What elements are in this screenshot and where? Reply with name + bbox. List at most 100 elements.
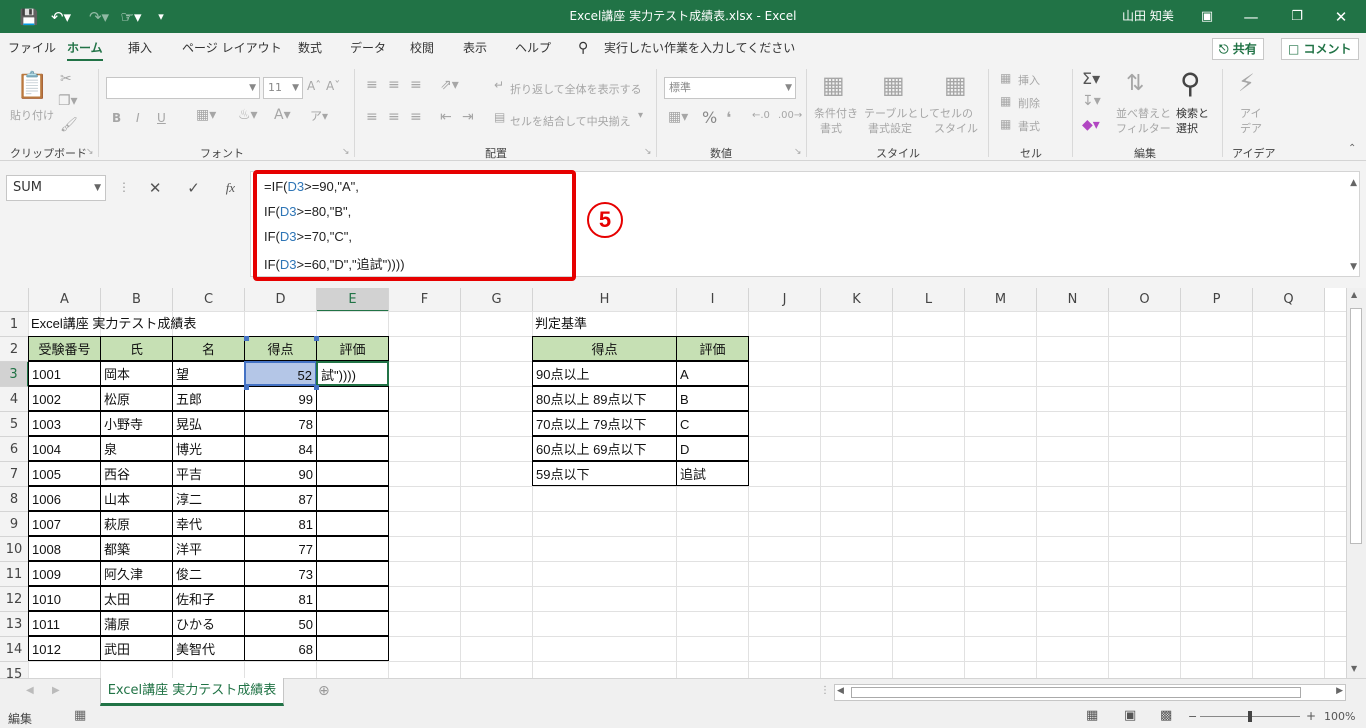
- tab-page-layout[interactable]: ページ レイアウト: [182, 33, 282, 63]
- borders-icon[interactable]: ▦▾: [196, 107, 216, 123]
- cell[interactable]: [316, 386, 389, 411]
- cell[interactable]: 俊二: [172, 561, 245, 586]
- insert-function-icon[interactable]: fx: [226, 180, 235, 196]
- cell[interactable]: [316, 486, 389, 511]
- next-sheet-icon[interactable]: ▶: [52, 685, 60, 696]
- align-right-icon[interactable]: ≡: [410, 109, 422, 125]
- decrease-decimal-icon[interactable]: .00→: [778, 110, 802, 121]
- cell-styles-label[interactable]: セルの: [940, 105, 973, 121]
- column-header[interactable]: B: [101, 288, 173, 312]
- cell[interactable]: 1006: [28, 486, 101, 511]
- cell[interactable]: 1010: [28, 586, 101, 611]
- cell[interactable]: 阿久津: [100, 561, 173, 586]
- select-all-corner[interactable]: [0, 288, 29, 312]
- column-header[interactable]: N: [1037, 288, 1109, 312]
- cell[interactable]: 得点: [532, 336, 677, 361]
- cell[interactable]: A: [676, 361, 749, 386]
- cell[interactable]: 77: [244, 536, 317, 561]
- format-as-table-icon[interactable]: ▦: [882, 71, 905, 99]
- column-header[interactable]: I: [677, 288, 749, 312]
- cell[interactable]: 泉: [100, 436, 173, 461]
- merge-center-button[interactable]: セルを結合して中央揃え: [510, 113, 631, 129]
- cell[interactable]: 99: [244, 386, 317, 411]
- conditional-format-label[interactable]: 条件付き: [814, 105, 858, 121]
- cell[interactable]: [316, 461, 389, 486]
- user-name[interactable]: 山田 知美: [1122, 0, 1174, 33]
- font-size-combo[interactable]: 11 ▼: [263, 77, 303, 99]
- cell[interactable]: 蒲原: [100, 611, 173, 636]
- row-header[interactable]: 12: [0, 587, 29, 612]
- cell[interactable]: 小野寺: [100, 411, 173, 436]
- column-header[interactable]: M: [965, 288, 1037, 312]
- cell[interactable]: 評価: [316, 336, 389, 361]
- cell[interactable]: B: [676, 386, 749, 411]
- cell[interactable]: Excel講座 実力テスト成績表: [28, 311, 328, 336]
- column-header[interactable]: Q: [1253, 288, 1325, 312]
- format-cells-button[interactable]: 書式: [1018, 118, 1040, 134]
- share-button[interactable]: ⎋ 共有: [1212, 38, 1264, 60]
- merge-center-icon[interactable]: ▤: [494, 110, 505, 124]
- row-header[interactable]: 3: [0, 362, 29, 387]
- column-header[interactable]: P: [1181, 288, 1253, 312]
- column-header[interactable]: O: [1109, 288, 1181, 312]
- find-select-label[interactable]: 検索と: [1176, 105, 1209, 121]
- cell[interactable]: 1012: [28, 636, 101, 661]
- format-cells-icon[interactable]: ▦: [1000, 117, 1011, 131]
- scroll-right-icon[interactable]: ▶: [1336, 686, 1343, 696]
- cell[interactable]: 87: [244, 486, 317, 511]
- horizontal-scroll-thumb[interactable]: [851, 687, 1301, 698]
- cell[interactable]: 評価: [676, 336, 749, 361]
- shrink-font-icon[interactable]: Aˇ: [326, 79, 340, 93]
- delete-cells-button[interactable]: 削除: [1018, 95, 1040, 111]
- chevron-down-icon[interactable]: ▾: [638, 110, 643, 121]
- collapse-formula-icon[interactable]: ▲: [1350, 178, 1357, 188]
- cell[interactable]: 晃弘: [172, 411, 245, 436]
- cell[interactable]: 望: [172, 361, 245, 386]
- tell-me-box[interactable]: 実行したい作業を入力してください: [604, 33, 795, 63]
- comment-button[interactable]: □ コメント: [1281, 38, 1359, 60]
- column-header[interactable]: A: [29, 288, 101, 312]
- cell[interactable]: 博光: [172, 436, 245, 461]
- insert-cells-icon[interactable]: ▦: [1000, 71, 1011, 85]
- name-box[interactable]: SUM ▼: [6, 175, 106, 201]
- cell[interactable]: 80点以上 89点以下: [532, 386, 677, 411]
- row-header[interactable]: 4: [0, 387, 29, 412]
- format-painter-icon[interactable]: 🖌: [60, 117, 78, 133]
- column-header[interactable]: J: [749, 288, 821, 312]
- align-top-icon[interactable]: ≡: [366, 77, 378, 93]
- row-header[interactable]: 1: [0, 312, 29, 337]
- scroll-left-icon[interactable]: ◀: [837, 686, 844, 696]
- cell[interactable]: 52: [244, 361, 317, 386]
- zoom-level[interactable]: 100%: [1324, 710, 1355, 723]
- cell[interactable]: 淳二: [172, 486, 245, 511]
- format-as-table-label[interactable]: テーブルとして: [864, 105, 940, 121]
- cell[interactable]: 78: [244, 411, 317, 436]
- zoom-out-icon[interactable]: −: [1188, 710, 1197, 723]
- column-header[interactable]: G: [461, 288, 533, 312]
- row-header[interactable]: 6: [0, 437, 29, 462]
- cell[interactable]: 五郎: [172, 386, 245, 411]
- column-header[interactable]: H: [533, 288, 677, 312]
- cell[interactable]: C: [676, 411, 749, 436]
- comma-icon[interactable]: ❛: [726, 108, 731, 127]
- cell[interactable]: [316, 611, 389, 636]
- zoom-slider-thumb[interactable]: [1248, 711, 1252, 722]
- cell[interactable]: 氏: [100, 336, 173, 361]
- cell[interactable]: 68: [244, 636, 317, 661]
- cell[interactable]: 90点以上: [532, 361, 677, 386]
- reference-handle[interactable]: [244, 385, 249, 390]
- cell[interactable]: [316, 411, 389, 436]
- reference-handle[interactable]: [314, 385, 319, 390]
- clipboard-launcher-icon[interactable]: ↘: [86, 147, 94, 157]
- scroll-up-icon[interactable]: ▲: [1351, 290, 1357, 299]
- cell[interactable]: 太田: [100, 586, 173, 611]
- fill-color-icon[interactable]: ♨▾: [238, 107, 258, 123]
- cell-styles-icon[interactable]: ▦: [944, 71, 967, 99]
- cell[interactable]: 1004: [28, 436, 101, 461]
- column-header[interactable]: C: [173, 288, 245, 312]
- cell[interactable]: 50: [244, 611, 317, 636]
- column-header[interactable]: E: [317, 288, 389, 312]
- cell[interactable]: 59点以下: [532, 461, 677, 486]
- orientation-icon[interactable]: ⇗▾: [440, 77, 459, 93]
- cell[interactable]: 1007: [28, 511, 101, 536]
